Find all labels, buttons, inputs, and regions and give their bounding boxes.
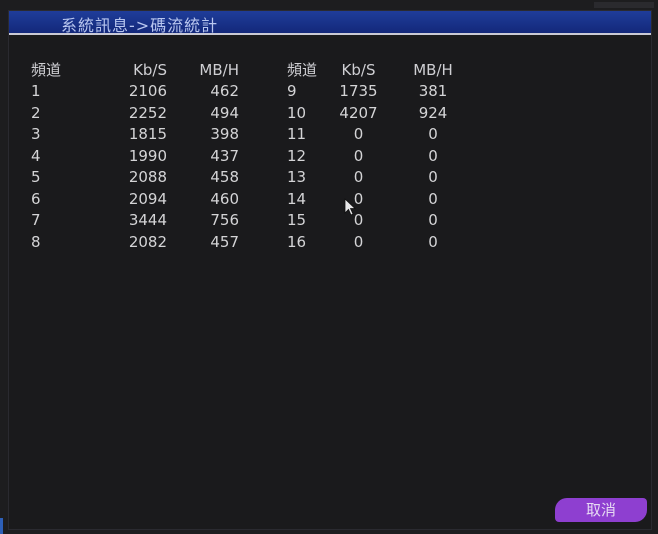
channel-cell: 4 [31, 146, 41, 165]
mbph-cell: 457 [210, 232, 239, 251]
channel-cell: 1 [31, 82, 41, 101]
kbps-cell: 1815 [128, 125, 167, 144]
table-row: 6 2094 460 14 0 0 [31, 188, 466, 210]
kbps-cell: 0 [353, 146, 364, 165]
kbps-cell: 3444 [128, 211, 167, 230]
header-channel-2: 頻道 [287, 61, 318, 80]
bitrate-table: 頻道 Kb/S MB/H 頻道 Kb/S MB/H 1 2106 462 9 1735 3… [31, 59, 466, 253]
channel-cell: 6 [31, 189, 41, 208]
header-channel-1: 頻道 [31, 61, 62, 80]
mbph-cell: 0 [428, 211, 438, 230]
mbph-cell: 462 [210, 82, 239, 101]
mbph-cell: 458 [210, 168, 239, 187]
window-title: 系統訊息->碼流統計 [61, 16, 219, 35]
table-row: 1 2106 462 9 1735 381 [31, 81, 466, 103]
header-kbps-1: Kb/S [133, 60, 167, 79]
mbph-cell: 0 [428, 168, 438, 187]
mbph-cell: 0 [428, 125, 438, 144]
kbps-cell: 0 [353, 168, 364, 187]
channel-cell: 5 [31, 168, 41, 187]
channel-cell: 9 [287, 82, 297, 101]
channel-cell: 11 [287, 125, 307, 144]
channel-cell: 15 [287, 211, 307, 230]
mbph-cell: 494 [210, 103, 239, 122]
kbps-cell: 2088 [128, 168, 167, 187]
mbph-cell: 0 [428, 146, 438, 165]
kbps-cell: 4207 [339, 103, 378, 122]
mbph-cell: 0 [428, 232, 438, 251]
header-mbph-2: MB/H [413, 60, 453, 79]
channel-cell: 7 [31, 211, 41, 230]
channel-cell: 8 [31, 232, 41, 251]
table-row: 5 2088 458 13 0 0 [31, 167, 466, 189]
mbph-cell: 437 [210, 146, 239, 165]
mbph-cell: 756 [210, 211, 239, 230]
left-edge-marker [0, 518, 3, 534]
channel-cell: 2 [31, 103, 41, 122]
channel-cell: 13 [287, 168, 307, 187]
kbps-cell: 1735 [339, 82, 378, 101]
channel-cell: 10 [287, 103, 307, 122]
kbps-cell: 0 [353, 125, 364, 144]
cancel-button[interactable]: 取消 [555, 498, 647, 522]
header-kbps-2: Kb/S [341, 60, 376, 79]
kbps-cell: 0 [353, 211, 364, 230]
kbps-cell: 2252 [128, 103, 167, 122]
mbph-cell: 460 [210, 189, 239, 208]
kbps-cell: 2082 [128, 232, 167, 251]
mbph-cell: 924 [418, 103, 448, 122]
table-row: 4 1990 437 12 0 0 [31, 145, 466, 167]
kbps-cell: 0 [353, 189, 364, 208]
mbph-cell: 381 [418, 82, 448, 101]
table-row: 3 1815 398 11 0 0 [31, 124, 466, 146]
channel-cell: 3 [31, 125, 41, 144]
kbps-cell: 2094 [128, 189, 167, 208]
kbps-cell: 2106 [128, 82, 167, 101]
mbph-cell: 0 [428, 189, 438, 208]
title-bar: 系統訊息->碼流統計 [9, 11, 651, 35]
table-row: 7 3444 756 15 0 0 [31, 210, 466, 232]
table-header-row: 頻道 Kb/S MB/H 頻道 Kb/S MB/H [31, 59, 466, 81]
header-mbph-1: MB/H [199, 60, 239, 79]
channel-cell: 12 [287, 146, 307, 165]
mouse-pointer-icon [344, 198, 357, 216]
top-edge-strip [594, 2, 654, 8]
channel-cell: 14 [287, 189, 307, 208]
stream-stats-window: 系統訊息->碼流統計 頻道 Kb/S MB/H 頻道 Kb/S MB/H 1 21… [8, 10, 652, 530]
mbph-cell: 398 [210, 125, 239, 144]
kbps-cell: 0 [353, 232, 364, 251]
table-row: 8 2082 457 16 0 0 [31, 231, 466, 253]
dvr-screen: 系統訊息->碼流統計 頻道 Kb/S MB/H 頻道 Kb/S MB/H 1 21… [0, 0, 658, 534]
table-row: 2 2252 494 10 4207 924 [31, 102, 466, 124]
kbps-cell: 1990 [128, 146, 167, 165]
channel-cell: 16 [287, 232, 307, 251]
